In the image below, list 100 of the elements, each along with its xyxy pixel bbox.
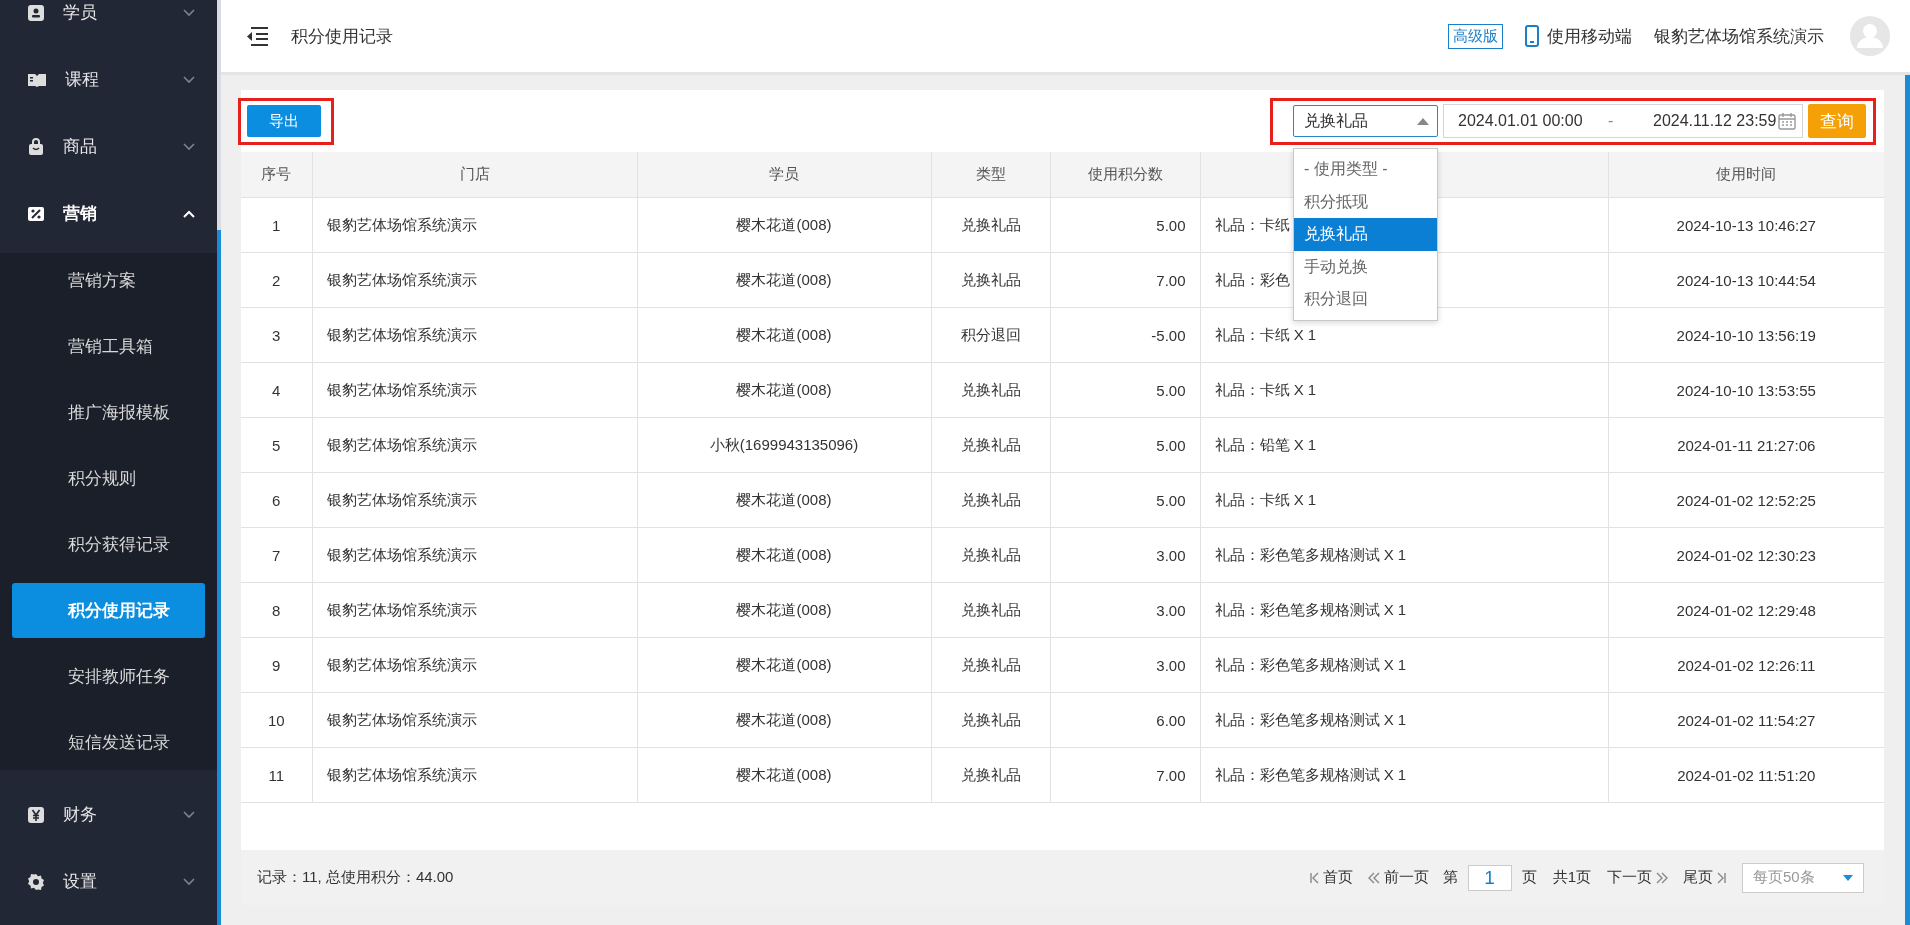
- sidebar-item[interactable]: 设置: [0, 848, 217, 915]
- sidebar-item[interactable]: 财务: [0, 781, 217, 848]
- dropdown-option[interactable]: 积分抵现: [1294, 185, 1437, 218]
- table-cell: 6.00: [1050, 692, 1200, 748]
- sidebar-subitem[interactable]: 营销方案: [12, 253, 205, 308]
- summary-text: 记录：11, 总使用积分：44.00: [257, 868, 455, 887]
- table-cell: 樱木花道(008): [637, 472, 931, 528]
- previous-page-link[interactable]: 前一页: [1366, 868, 1429, 887]
- sidebar-item[interactable]: 营销: [0, 180, 217, 247]
- table-cell: 3.00: [1050, 527, 1200, 583]
- chevron-down-icon: [183, 8, 195, 17]
- table-cell: 6: [241, 472, 312, 528]
- table-cell: 礼品：铅笔 X 1: [1200, 417, 1608, 473]
- table-cell: 礼品：彩色笔多规格测试 X 1: [1200, 637, 1608, 693]
- table-cell: 9: [241, 637, 312, 693]
- page-label: 第: [1442, 868, 1458, 887]
- sidebar-item[interactable]: 学员: [0, 0, 217, 46]
- export-button[interactable]: 导出: [247, 105, 321, 137]
- sidebar-subitem[interactable]: 积分获得记录: [12, 517, 205, 572]
- table-cell: 樱木花道(008): [637, 747, 931, 803]
- scroll-bar[interactable]: [217, 0, 221, 925]
- type-select[interactable]: 兑换礼品: [1293, 105, 1438, 137]
- sidebar-item[interactable]: 课程: [0, 46, 217, 113]
- account-name[interactable]: 银豹艺体场馆系统演示: [1654, 24, 1824, 48]
- menu-collapse-icon[interactable]: [245, 26, 269, 46]
- table-cell: 7.00: [1050, 747, 1200, 803]
- page-total: 共1页: [1552, 868, 1591, 887]
- phone-icon: [1525, 25, 1539, 47]
- first-page-link[interactable]: 首页: [1309, 868, 1353, 887]
- table-cell: 10: [241, 692, 312, 748]
- caret-down-icon: [1843, 874, 1853, 881]
- table-cell: 礼品：卡纸 X 1: [1200, 362, 1608, 418]
- table-cell: 兑换礼品: [931, 417, 1050, 473]
- table-cell: 2: [241, 252, 312, 308]
- chevron-down-icon: [183, 877, 195, 886]
- table-cell: 3.00: [1050, 582, 1200, 638]
- next-page-link[interactable]: 下一页: [1607, 868, 1669, 887]
- calendar-icon[interactable]: [1778, 112, 1796, 130]
- table-cell: 银豹艺体场馆系统演示: [312, 527, 637, 583]
- table-cell: 银豹艺体场馆系统演示: [312, 747, 637, 803]
- last-page-link[interactable]: 尾页: [1683, 868, 1726, 887]
- table-cell: 银豹艺体场馆系统演示: [312, 417, 637, 473]
- table-cell: 3: [241, 307, 312, 363]
- table-cell: 银豹艺体场馆系统演示: [312, 362, 637, 418]
- gear-icon: [27, 872, 45, 891]
- table-cell: 5: [241, 417, 312, 473]
- page-input[interactable]: 1: [1467, 864, 1512, 891]
- table-cell: 樱木花道(008): [637, 582, 931, 638]
- table-cell: 银豹艺体场馆系统演示: [312, 692, 637, 748]
- date-range-field[interactable]: 2024.01.01 00:00 - 2024.11.12 23:59: [1443, 104, 1803, 138]
- table-cell: 樱木花道(008): [637, 637, 931, 693]
- table-cell: 3.00: [1050, 637, 1200, 693]
- table-cell: 樱木花道(008): [637, 362, 931, 418]
- caret-up-icon: [1417, 117, 1429, 125]
- dropdown-option[interactable]: 手动兑换: [1294, 250, 1437, 283]
- table-cell: 樱木花道(008): [637, 307, 931, 363]
- yen-icon: [27, 805, 45, 824]
- table-cell: 5.00: [1050, 362, 1200, 418]
- table-cell: 兑换礼品: [931, 197, 1050, 253]
- table-cell: 8: [241, 582, 312, 638]
- page-label: 页: [1521, 868, 1537, 887]
- edition-badge: 高级版: [1448, 23, 1503, 49]
- table-cell: 7.00: [1050, 252, 1200, 308]
- table-cell: 4: [241, 362, 312, 418]
- table-cell: 5.00: [1050, 417, 1200, 473]
- table-cell: 银豹艺体场馆系统演示: [312, 637, 637, 693]
- column-header: 学员: [637, 152, 931, 198]
- sidebar-subitem[interactable]: 短信发送记录: [12, 715, 205, 770]
- table-cell: 兑换礼品: [931, 362, 1050, 418]
- table-cell: 银豹艺体场馆系统演示: [312, 252, 637, 308]
- sidebar-subitem[interactable]: 积分使用记录: [12, 583, 205, 638]
- table-cell: 5.00: [1050, 197, 1200, 253]
- table-cell: 礼品：彩色笔多规格测试 X 1: [1200, 747, 1608, 803]
- person-icon: [27, 3, 45, 22]
- table-cell: -5.00: [1050, 307, 1200, 363]
- column-header: 类型: [931, 152, 1050, 198]
- table-cell: 银豹艺体场馆系统演示: [312, 197, 637, 253]
- table-cell: 1: [241, 197, 312, 253]
- table-cell: 积分退回: [931, 307, 1050, 363]
- first-page-icon: [1309, 871, 1320, 884]
- sidebar-subitem[interactable]: 推广海报模板: [12, 385, 205, 440]
- table-cell: 5.00: [1050, 472, 1200, 528]
- sidebar-subitem[interactable]: 安排教师任务: [12, 649, 205, 704]
- sidebar-item[interactable]: 商品: [0, 113, 217, 180]
- table-cell: 礼品：卡纸 X 1: [1200, 307, 1608, 363]
- mobile-link[interactable]: 使用移动端: [1525, 24, 1632, 48]
- sidebar-subitem[interactable]: 营销工具箱: [12, 319, 205, 374]
- table-cell: 小秋(1699943135096): [637, 417, 931, 473]
- table-cell: 樱木花道(008): [637, 692, 931, 748]
- table-cell: 兑换礼品: [931, 252, 1050, 308]
- table-cell: 樱木花道(008): [637, 197, 931, 253]
- table-cell: 礼品：彩色笔多规格测试 X 1: [1200, 692, 1608, 748]
- double-chevron-left-icon: [1366, 871, 1381, 884]
- table-cell: 礼品：彩色笔多规格测试 X 1: [1200, 582, 1608, 638]
- page-title: 积分使用记录: [291, 25, 394, 48]
- last-page-icon: [1716, 871, 1726, 884]
- table-cell: 樱木花道(008): [637, 527, 931, 583]
- column-header: 使用积分数: [1050, 152, 1200, 198]
- sidebar-subitem[interactable]: 积分规则: [12, 451, 205, 506]
- dropdown-option[interactable]: 兑换礼品: [1294, 218, 1437, 251]
